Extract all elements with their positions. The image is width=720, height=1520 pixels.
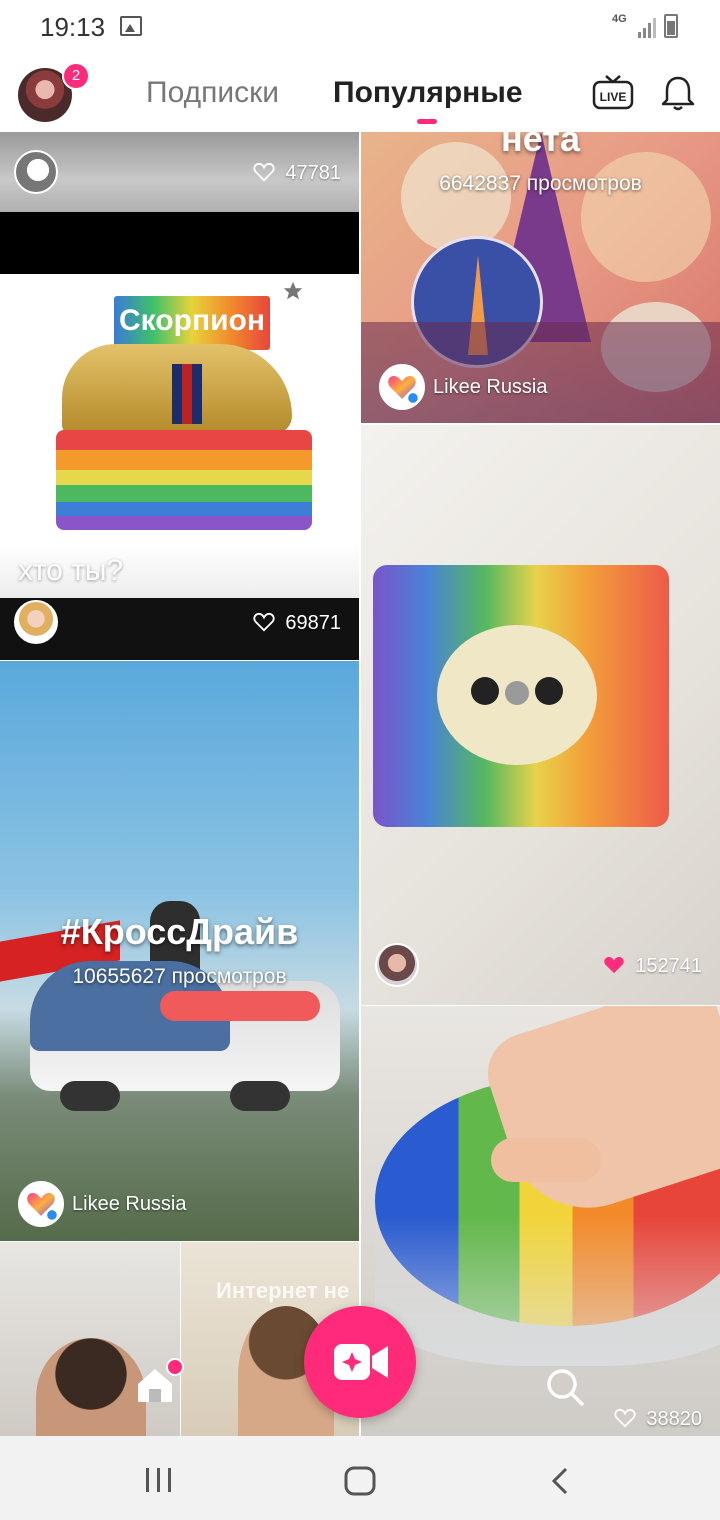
notification-badge: 2 bbox=[62, 62, 90, 90]
sticker-text: Скорпион bbox=[119, 304, 265, 337]
tab-subscriptions[interactable]: Подписки bbox=[146, 76, 279, 110]
back-nav-icon[interactable] bbox=[548, 1466, 572, 1496]
video-caption: хто ты? bbox=[18, 554, 124, 587]
author-avatar[interactable] bbox=[14, 150, 58, 194]
overlay-text: Интернет не bbox=[216, 1278, 350, 1303]
like-count: 69871 bbox=[253, 612, 341, 635]
heart-outline-icon bbox=[253, 612, 275, 632]
bell-icon[interactable] bbox=[660, 74, 696, 112]
like-count: 47781 bbox=[253, 162, 341, 185]
likee-heart-icon bbox=[388, 376, 420, 405]
likee-heart-icon bbox=[27, 1193, 59, 1222]
video-camera-icon bbox=[334, 1344, 388, 1380]
star-icon bbox=[283, 281, 303, 300]
live-label: LIVE bbox=[600, 90, 627, 104]
tab-popular[interactable]: Популярные bbox=[333, 76, 523, 110]
battery-icon bbox=[664, 14, 678, 38]
video-card-4[interactable]: 152741 bbox=[361, 425, 720, 1005]
network-type: 4G bbox=[612, 13, 627, 25]
live-tv-icon[interactable]: LIVE bbox=[592, 74, 634, 110]
like-count-value: 152741 bbox=[635, 955, 702, 977]
status-time: 19:13 bbox=[40, 12, 106, 42]
likee-logo-avatar[interactable] bbox=[18, 1181, 64, 1227]
view-count: 10655627 просмотров bbox=[72, 965, 287, 988]
video-card-1[interactable]: 47781 bbox=[0, 132, 359, 212]
gallery-notification-icon bbox=[120, 16, 142, 36]
author-avatar[interactable] bbox=[14, 600, 58, 644]
android-nav-bar bbox=[0, 1436, 720, 1520]
like-count: 152741 bbox=[603, 955, 702, 978]
like-count: 38820 bbox=[614, 1408, 702, 1431]
signal-icon bbox=[638, 18, 656, 38]
like-count-value: 69871 bbox=[285, 612, 341, 634]
heart-outline-icon bbox=[614, 1408, 636, 1428]
author-avatar[interactable] bbox=[375, 943, 419, 987]
like-count-value: 47781 bbox=[285, 162, 341, 184]
heart-filled-icon bbox=[604, 956, 624, 974]
home-notification-dot bbox=[166, 1358, 184, 1376]
rainbow-outlet-image bbox=[373, 565, 669, 827]
black-separator bbox=[0, 212, 359, 274]
recent-apps-icon[interactable] bbox=[144, 1466, 174, 1494]
video-card-2[interactable]: Скорпион хто ты? 69871 bbox=[0, 274, 359, 660]
video-card-5[interactable]: #КроссДрайв 10655627 просмотров Likee Ru… bbox=[0, 661, 359, 1241]
video-card-3[interactable]: нета 6642837 просмотров Likee Russia bbox=[361, 132, 720, 423]
home-nav-icon[interactable] bbox=[344, 1466, 376, 1496]
search-icon[interactable] bbox=[544, 1366, 586, 1408]
column-divider bbox=[359, 132, 361, 1436]
view-count: 6642837 просмотров bbox=[439, 172, 642, 195]
video-card-6[interactable]: Интернет не bbox=[0, 1242, 359, 1436]
author-name[interactable]: Likee Russia bbox=[433, 376, 548, 399]
hashtag-title-partial: нета bbox=[501, 132, 580, 159]
like-count-value: 38820 bbox=[646, 1408, 702, 1430]
likee-logo-avatar[interactable] bbox=[379, 364, 425, 410]
rainbow-sneaker-image bbox=[52, 334, 312, 534]
heart-outline-icon bbox=[253, 162, 275, 182]
active-tab-indicator bbox=[417, 119, 437, 124]
record-video-button[interactable] bbox=[304, 1306, 416, 1418]
author-name[interactable]: Likee Russia bbox=[72, 1193, 187, 1216]
hashtag-title: #КроссДрайв bbox=[60, 911, 299, 952]
status-bar: 19:13 4G bbox=[0, 0, 720, 56]
